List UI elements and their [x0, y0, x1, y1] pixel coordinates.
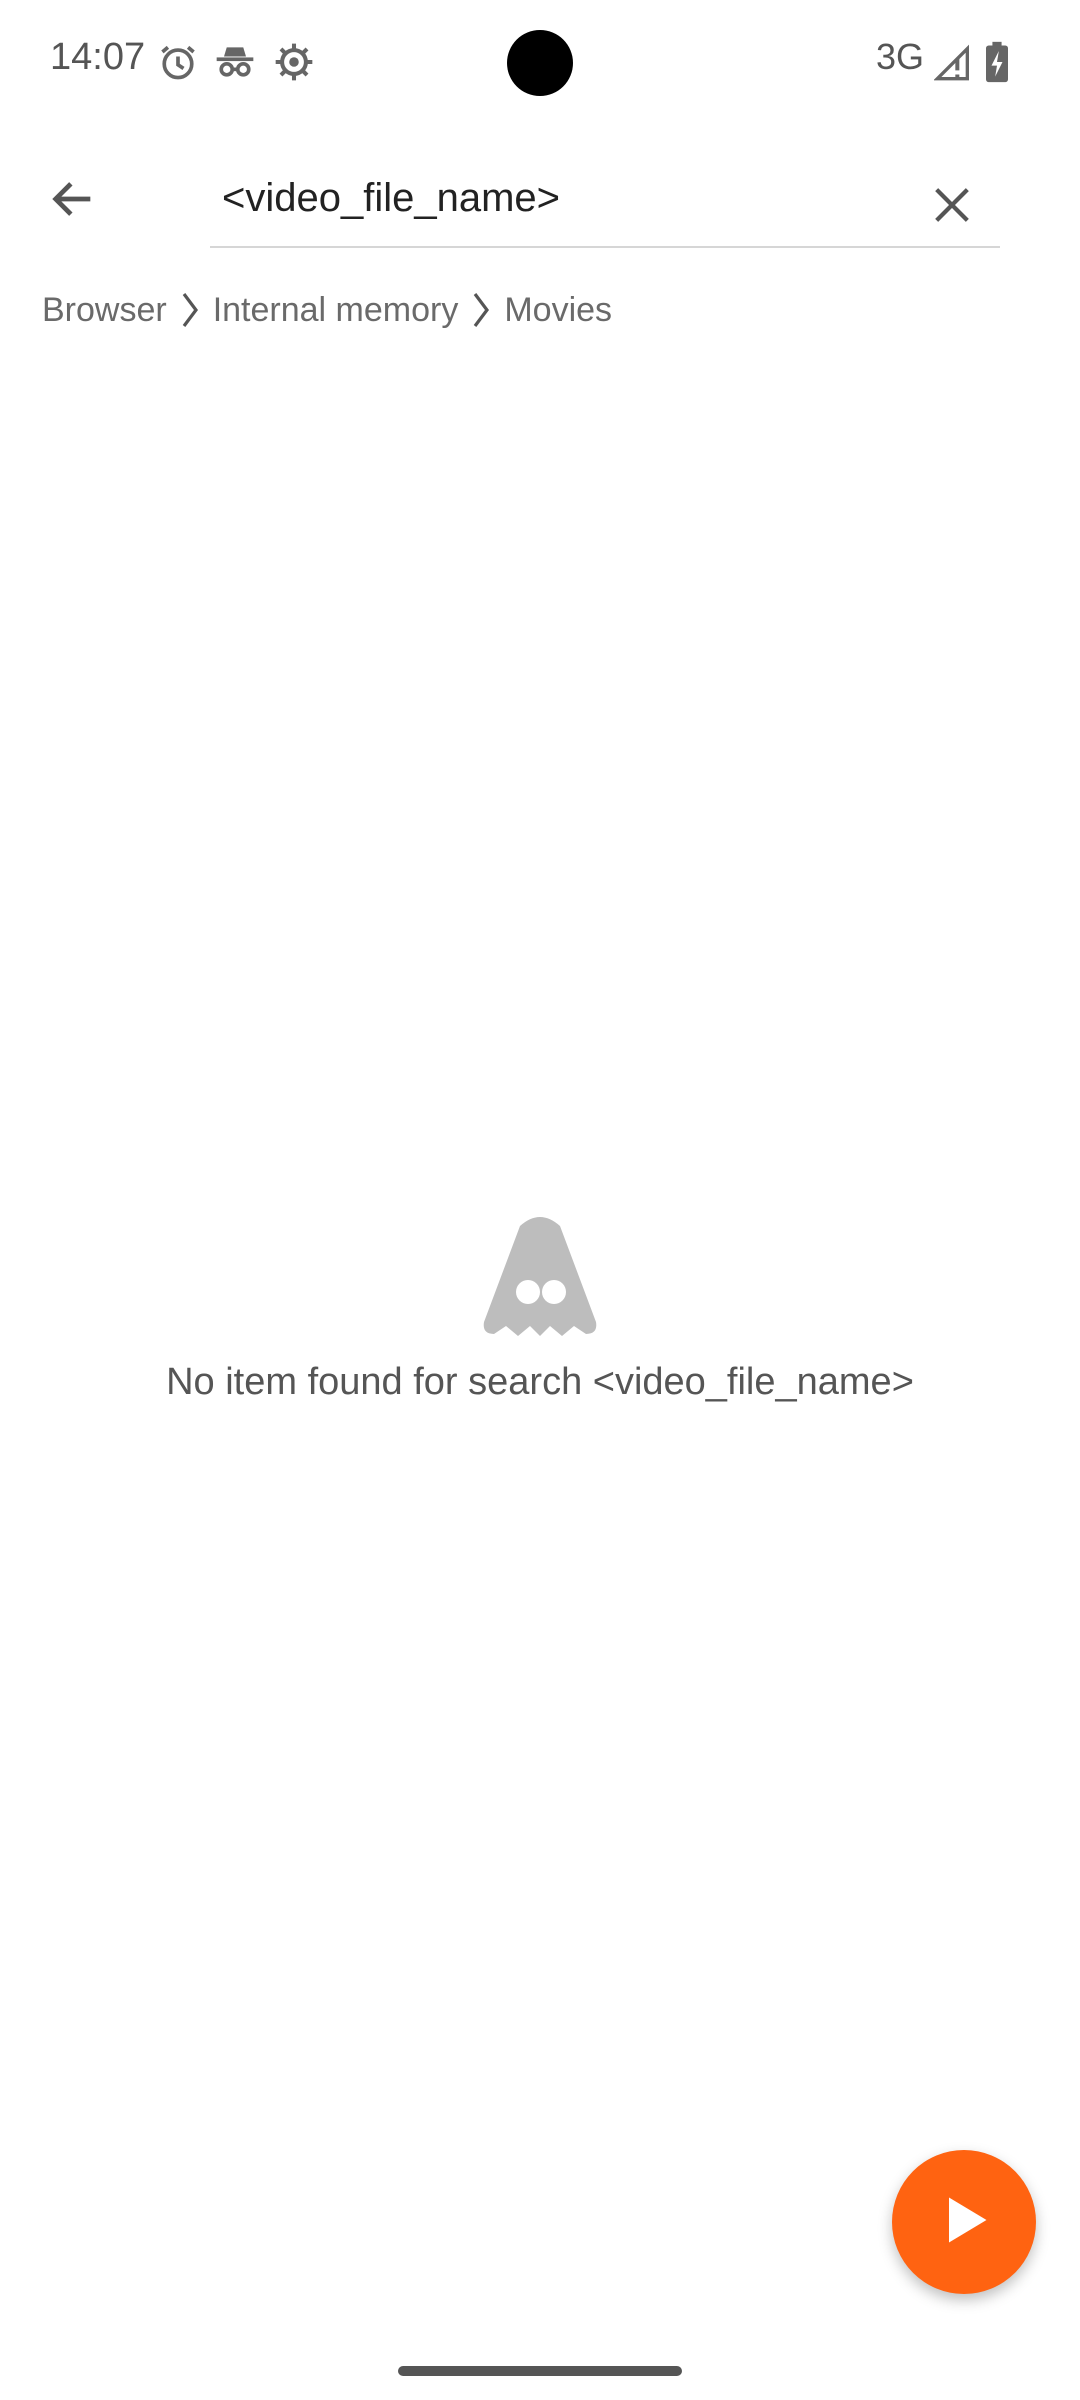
play-fab-button[interactable]: [892, 2150, 1036, 2294]
settings-gear-icon: [272, 40, 316, 84]
empty-state: No item found for search <video_file_nam…: [0, 1204, 1080, 1544]
chevron-right-icon: [167, 276, 213, 344]
close-icon: [929, 182, 975, 233]
back-button[interactable]: [0, 128, 146, 274]
clear-search-button[interactable]: [902, 152, 1002, 262]
signal-icon: [933, 40, 978, 84]
top-app-bar: [0, 128, 1080, 274]
chevron-right-icon: [458, 276, 504, 344]
breadcrumb-browser[interactable]: Browser: [42, 291, 167, 330]
search-input[interactable]: [210, 152, 900, 244]
arrow-back-icon: [47, 173, 99, 230]
battery-charging-icon: [982, 40, 1026, 84]
gesture-nav-bar: [0, 2336, 1080, 2400]
status-time: 14:07: [50, 36, 146, 78]
alarm-icon: [156, 40, 200, 84]
camera-cutout: [507, 30, 573, 96]
status-bar: 14:07 3G: [0, 0, 1080, 128]
play-icon: [934, 2190, 994, 2255]
vlc-cone-ghost-icon: [470, 1212, 610, 1348]
home-handle[interactable]: [398, 2366, 682, 2376]
search-underline: [210, 246, 1000, 248]
breadcrumb: Browser Internal memory Movies: [0, 276, 1080, 344]
breadcrumb-internal-memory[interactable]: Internal memory: [213, 291, 459, 330]
search-container: [190, 140, 1030, 264]
breadcrumb-movies[interactable]: Movies: [504, 291, 612, 330]
network-type: 3G: [876, 36, 925, 77]
incognito-icon: [212, 40, 256, 84]
empty-message: No item found for search <video_file_nam…: [166, 1361, 914, 1403]
